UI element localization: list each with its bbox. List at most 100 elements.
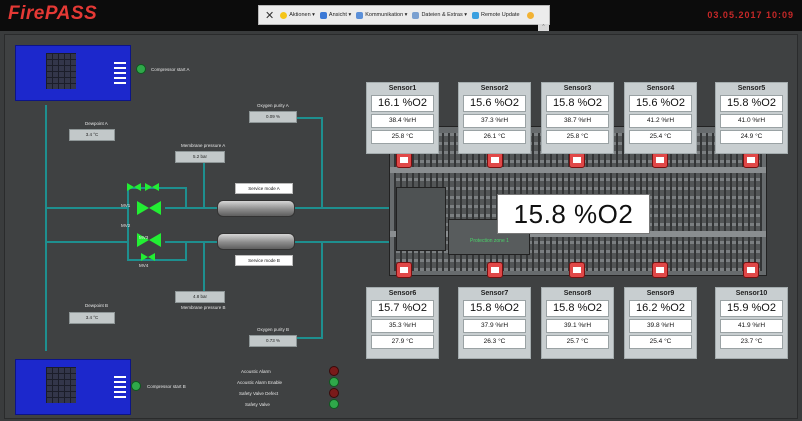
pipe-note: Protection zone 1 xyxy=(470,238,509,244)
menu-remote-update[interactable]: Remote Update xyxy=(472,11,520,19)
pressure-a-value: 5.2 bar xyxy=(175,151,225,163)
sensor-panel[interactable]: Sensor6 15.7 %O2 35.3 %rH 27.9 °C xyxy=(366,287,439,359)
compressor-b-status-indicator xyxy=(131,381,141,391)
sensor-icon[interactable] xyxy=(396,152,412,168)
purity-b-label: Oxygen purity B xyxy=(257,327,290,332)
pipe xyxy=(293,241,391,243)
service-mode-a-button[interactable]: Service mode A xyxy=(235,183,293,194)
sensor-humidity: 39.8 %rH xyxy=(629,319,692,333)
files-icon xyxy=(412,11,420,19)
sensor-humidity: 37.9 %rH xyxy=(463,319,526,333)
valve-a1-label: MV1 xyxy=(121,203,131,208)
compressor-a[interactable] xyxy=(15,45,131,101)
compressor-b[interactable] xyxy=(15,359,131,415)
dewpoint-b-value: 3.4 °C xyxy=(69,312,115,324)
update-icon xyxy=(472,11,480,19)
sensor-humidity: 41.0 %rH xyxy=(720,114,783,128)
sensor-panel[interactable]: Sensor1 16.1 %O2 38.4 %rH 25.8 °C xyxy=(366,82,439,154)
sensor-humidity: 38.7 %rH xyxy=(546,114,609,128)
menu-view-label: Ansicht ▾ xyxy=(328,12,352,18)
pipe xyxy=(185,187,187,207)
sensor-panel[interactable]: Sensor9 16.2 %O2 39.8 %rH 25.4 °C xyxy=(624,287,697,359)
sensor-humidity: 35.3 %rH xyxy=(371,319,434,333)
pipe xyxy=(293,207,391,209)
vent-slot xyxy=(114,386,126,388)
vent-slot xyxy=(114,82,126,84)
sensor-o2: 15.9 %O2 xyxy=(720,300,783,317)
remote-control-toolbar: ✕ Aktionen ▾ Ansicht ▾ Kommunikation ▾ D… xyxy=(258,5,550,25)
sensor-icon[interactable] xyxy=(569,262,585,278)
sensor-icon[interactable] xyxy=(487,262,503,278)
alarm-label: Acoustic Alarm xyxy=(241,369,271,374)
pipe xyxy=(321,241,323,339)
sensor-humidity: 41.9 %rH xyxy=(720,319,783,333)
menu-actions[interactable]: Aktionen ▾ xyxy=(280,11,315,19)
menu-view[interactable]: Ansicht ▾ xyxy=(319,11,352,19)
menu-actions-label: Aktionen ▾ xyxy=(289,12,315,18)
pressure-b-label: Membrane pressure B xyxy=(181,305,226,310)
lightbulb-icon xyxy=(280,11,288,19)
membrane-a xyxy=(217,200,295,217)
sensor-name: Sensor10 xyxy=(735,290,768,297)
sensor-panel[interactable]: Sensor10 15.9 %O2 41.9 %rH 23.7 °C xyxy=(715,287,788,359)
sensor-panel[interactable]: Sensor5 15.8 %O2 41.0 %rH 24.9 °C xyxy=(715,82,788,154)
menu-files[interactable]: Dateien & Extras ▾ xyxy=(412,11,467,19)
valve-a2-icon[interactable] xyxy=(145,183,159,191)
sensor-panel[interactable]: Sensor2 15.6 %O2 37.3 %rH 26.1 °C xyxy=(458,82,531,154)
sensor-icon[interactable] xyxy=(652,152,668,168)
sensor-temperature: 23.7 °C xyxy=(720,335,783,349)
pipe xyxy=(45,105,47,243)
alarm-label: Acoustic Alarm Enable xyxy=(237,380,283,385)
pressure-a-label: Membrane pressure A xyxy=(181,143,226,148)
sensor-humidity: 41.2 %rH xyxy=(629,114,692,128)
close-icon[interactable]: ✕ xyxy=(265,9,274,22)
sensor-icon[interactable] xyxy=(743,262,759,278)
sensor-o2: 15.7 %O2 xyxy=(371,300,434,317)
sensor-o2: 15.8 %O2 xyxy=(546,95,609,112)
valve-b2-label: MV4 xyxy=(139,263,149,268)
sensor-temperature: 25.7 °C xyxy=(546,335,609,349)
valve-a1-icon[interactable] xyxy=(127,183,141,191)
alarm-indicator xyxy=(329,399,339,409)
menu-communication[interactable]: Kommunikation ▾ xyxy=(356,11,407,19)
sensor-panel[interactable]: Sensor4 15.6 %O2 41.2 %rH 25.4 °C xyxy=(624,82,697,154)
compressor-grille xyxy=(46,367,76,403)
alarm-indicator xyxy=(329,366,339,376)
sensor-name: Sensor6 xyxy=(388,290,417,297)
sensor-temperature: 24.9 °C xyxy=(720,130,783,144)
status-smiley-icon[interactable] xyxy=(526,11,534,19)
sensor-o2: 15.6 %O2 xyxy=(629,95,692,112)
vent-slot xyxy=(114,396,126,398)
sensor-icon[interactable] xyxy=(743,152,759,168)
sensor-name: Sensor1 xyxy=(388,85,417,92)
sensor-name: Sensor4 xyxy=(646,85,675,92)
sensor-panel[interactable]: Sensor3 15.8 %O2 38.7 %rH 25.8 °C xyxy=(541,82,614,154)
compressor-a-status-indicator xyxy=(136,64,146,74)
sensor-icon[interactable] xyxy=(396,262,412,278)
vent-slot xyxy=(114,381,126,383)
vent-slot xyxy=(114,72,126,74)
sensor-icon[interactable] xyxy=(652,262,668,278)
valve-b1-icon[interactable] xyxy=(141,253,155,261)
sensor-icon[interactable] xyxy=(487,152,503,168)
vent-slot xyxy=(114,77,126,79)
sensor-o2: 15.6 %O2 xyxy=(463,95,526,112)
dewpoint-a-label: Dewpoint A xyxy=(85,121,108,126)
sensor-temperature: 26.3 °C xyxy=(463,335,526,349)
sensor-name: Sensor7 xyxy=(480,290,509,297)
sensor-panel[interactable]: Sensor7 15.8 %O2 37.9 %rH 26.3 °C xyxy=(458,287,531,359)
toolbar-collapse-button[interactable]: ⌃ xyxy=(538,24,549,31)
purity-b-value: 0.73 % xyxy=(249,335,297,347)
sensor-o2: 15.8 %O2 xyxy=(546,300,609,317)
service-mode-b-button[interactable]: Service mode B xyxy=(235,255,293,266)
pipe xyxy=(293,337,323,339)
sensor-temperature: 27.9 °C xyxy=(371,335,434,349)
sensor-temperature: 25.8 °C xyxy=(371,130,434,144)
valve-main-a-icon[interactable] xyxy=(137,201,161,215)
sensor-panel[interactable]: Sensor8 15.8 %O2 39.1 %rH 25.7 °C xyxy=(541,287,614,359)
compressor-grille xyxy=(46,53,76,89)
equipment-block xyxy=(396,187,446,251)
sensor-name: Sensor8 xyxy=(563,290,592,297)
sensor-icon[interactable] xyxy=(569,152,585,168)
sensor-temperature: 26.1 °C xyxy=(463,130,526,144)
